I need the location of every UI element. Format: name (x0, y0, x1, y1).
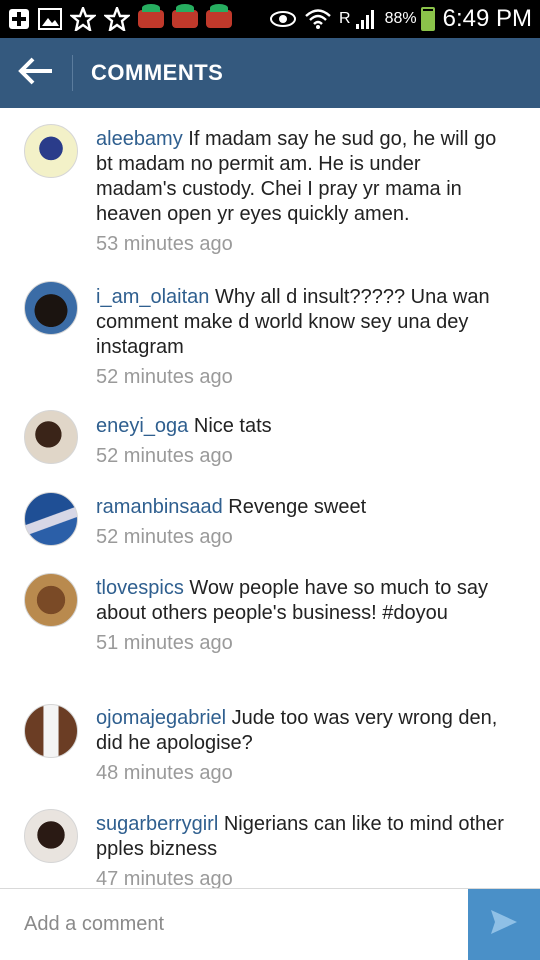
comment-timestamp: 53 minutes ago (96, 233, 233, 255)
battery-percentage: 88% (384, 10, 417, 27)
avatar[interactable] (24, 492, 78, 546)
comment-username[interactable]: sugarberrygirl (96, 813, 218, 835)
comment-body: eneyi_oga Nice tats 52 minutes ago (96, 414, 506, 469)
comment-timestamp: 51 minutes ago (96, 632, 233, 654)
clock: 6:49 PM (442, 5, 532, 32)
send-button[interactable] (468, 889, 540, 960)
app-notification-icon (172, 4, 198, 28)
comment-body: sugarberrygirl Nigerians can like to min… (96, 812, 506, 888)
comment-timestamp: 52 minutes ago (96, 445, 233, 467)
comment-timestamp: 52 minutes ago (96, 366, 233, 388)
wifi-icon (305, 8, 331, 30)
avatar[interactable] (24, 704, 78, 758)
comment-username[interactable]: ojomajegabriel (96, 707, 226, 729)
comments-list[interactable]: aleebamy If madam say he sud go, he will… (0, 108, 540, 888)
arrow-left-icon (18, 56, 54, 91)
comment-username[interactable]: i_am_olaitan (96, 286, 209, 308)
app-notification-icon (138, 4, 164, 28)
status-bar: R 88% 6:49 PM (0, 0, 540, 38)
comment-username[interactable]: ramanbinsaad (96, 496, 223, 518)
comment-body: ojomajegabriel Jude too was very wrong d… (96, 706, 506, 786)
avatar[interactable] (24, 281, 78, 335)
add-icon (8, 8, 30, 30)
send-icon (489, 908, 519, 941)
app-notification-icon (206, 4, 232, 28)
battery-icon (420, 7, 435, 31)
page-title: COMMENTS (91, 60, 224, 85)
avatar[interactable] (24, 124, 78, 178)
comment-input[interactable] (0, 889, 468, 960)
comment-timestamp: 52 minutes ago (96, 526, 233, 548)
comment-body: i_am_olaitan Why all d insult????? Una w… (96, 285, 506, 390)
divider (72, 55, 73, 91)
star-icon (70, 7, 96, 31)
avatar[interactable] (24, 573, 78, 627)
comment-body: ramanbinsaad Revenge sweet 52 minutes ag… (96, 495, 506, 550)
comment-username[interactable]: eneyi_oga (96, 415, 188, 437)
star-icon (104, 7, 130, 31)
comment-username[interactable]: tlovespics (96, 577, 184, 599)
action-bar: COMMENTS (0, 38, 540, 108)
gallery-icon (38, 8, 62, 30)
comment-composer (0, 888, 540, 960)
signal-icon (355, 8, 377, 30)
comment-timestamp: 47 minutes ago (96, 868, 233, 888)
eye-icon (269, 10, 297, 28)
comment-text: Revenge sweet (222, 496, 367, 518)
comment-body: aleebamy If madam say he sud go, he will… (96, 127, 506, 257)
roaming-indicator: R (339, 10, 351, 27)
comment-text: Nice tats (188, 415, 272, 437)
back-button[interactable] (0, 38, 72, 108)
comment-username[interactable]: aleebamy (96, 128, 183, 150)
comment-timestamp: 48 minutes ago (96, 762, 233, 784)
avatar[interactable] (24, 809, 78, 863)
avatar[interactable] (24, 410, 78, 464)
comment-body: tlovespics Wow people have so much to sa… (96, 576, 506, 656)
